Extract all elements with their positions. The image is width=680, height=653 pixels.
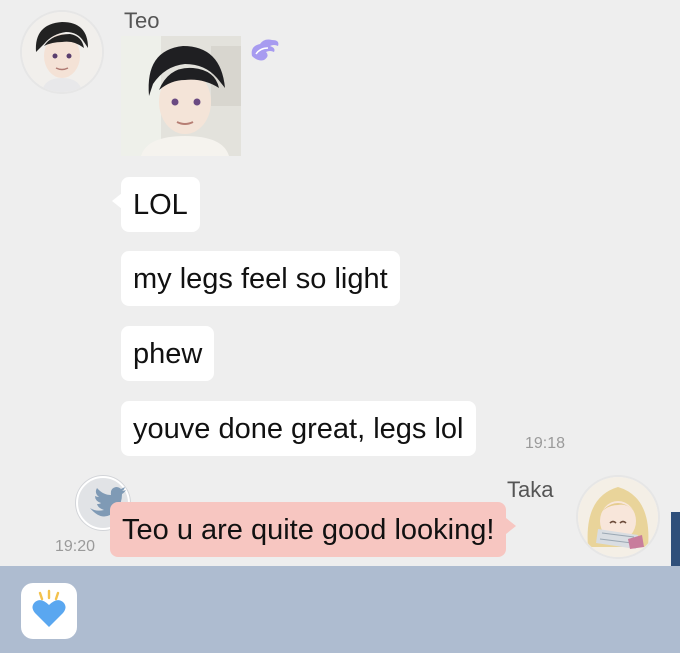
- message-text: LOL: [133, 189, 188, 221]
- message-text: my legs feel so light: [133, 263, 388, 295]
- message-bubble[interactable]: Teo u are quite good looking!: [110, 502, 517, 557]
- scroll-indicator: [671, 512, 680, 566]
- message-time: 19:18: [525, 435, 566, 452]
- teo-name: Teo: [124, 8, 160, 33]
- teo-avatar[interactable]: [20, 10, 104, 94]
- message-bubble[interactable]: LOL: [112, 177, 200, 232]
- teo-photo-message[interactable]: [121, 36, 241, 156]
- chat-area: Teo LOL my legs feel so light phew youve…: [0, 0, 680, 566]
- message-bubble[interactable]: youve done great, legs lol: [121, 401, 476, 456]
- wing-icon: [251, 39, 279, 61]
- teo-avatar-image: [22, 12, 102, 92]
- input-bar: [0, 566, 680, 653]
- taka-name: Taka: [507, 477, 554, 502]
- message-text: phew: [133, 338, 203, 370]
- teo-photo-image: [121, 36, 241, 156]
- message-bubble[interactable]: phew: [121, 326, 215, 381]
- taka-avatar-image: [578, 477, 658, 557]
- taka-avatar[interactable]: [576, 475, 660, 559]
- message-text: youve done great, legs lol: [133, 413, 464, 445]
- heart-icon: [32, 589, 66, 627]
- heart-button[interactable]: [21, 583, 77, 639]
- message-time: 19:20: [55, 538, 96, 555]
- message-text: Teo u are quite good looking!: [122, 514, 495, 546]
- message-bubble[interactable]: my legs feel so light: [121, 251, 400, 306]
